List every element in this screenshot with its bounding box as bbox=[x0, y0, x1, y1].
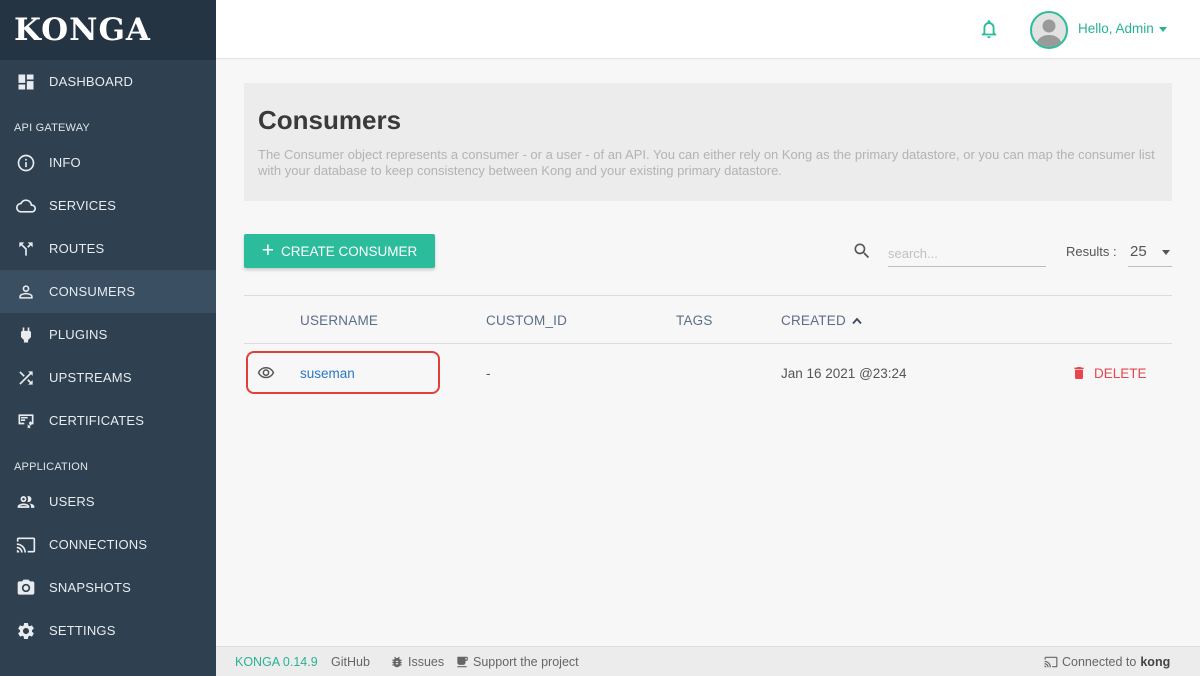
footer: KONGA 0.14.9 GitHub Issues Support the p… bbox=[216, 646, 1200, 676]
consumer-created: Jan 16 2021 @23:24 bbox=[781, 366, 907, 381]
sidebar-item-label: PLUGINS bbox=[49, 327, 108, 342]
users-icon bbox=[15, 491, 37, 513]
page-title: Consumers bbox=[258, 105, 402, 135]
caret-down-icon bbox=[1162, 250, 1170, 255]
sidebar-item-label: SETTINGS bbox=[49, 623, 116, 638]
sort-ascending-icon bbox=[852, 318, 862, 325]
sidebar-item-connections[interactable]: CONNECTIONS bbox=[0, 523, 216, 566]
consumer-custom-id: - bbox=[486, 366, 491, 381]
create-consumer-label: CREATE CONSUMER bbox=[281, 243, 418, 259]
create-consumer-button[interactable]: + CREATE CONSUMER bbox=[244, 234, 435, 268]
sidebar-item-services[interactable]: SERVICES bbox=[0, 184, 216, 227]
sidebar-item-label: CONNECTIONS bbox=[49, 537, 148, 552]
shuffle-icon bbox=[15, 367, 37, 389]
sidebar-item-certificates[interactable]: CERTIFICATES bbox=[0, 399, 216, 442]
connected-label: Connected to bbox=[1062, 655, 1137, 669]
bell-icon[interactable] bbox=[978, 18, 1000, 40]
results-per-page-select[interactable]: 25 bbox=[1128, 238, 1172, 267]
column-header-created-label: CREATED bbox=[781, 313, 846, 328]
bug-icon bbox=[392, 656, 402, 668]
cloud-icon bbox=[15, 195, 37, 217]
footer-github-link[interactable]: GitHub bbox=[331, 655, 370, 669]
footer-issues-link[interactable]: Issues bbox=[390, 655, 444, 669]
cast-icon bbox=[1044, 656, 1058, 668]
sidebar-item-plugins[interactable]: PLUGINS bbox=[0, 313, 216, 356]
footer-issues-label: Issues bbox=[408, 655, 445, 669]
sidebar-item-label: ROUTES bbox=[49, 241, 105, 256]
footer-support-link[interactable]: Support the project bbox=[455, 655, 579, 669]
sidebar-item-label: USERS bbox=[49, 494, 95, 509]
plug-icon bbox=[15, 324, 37, 346]
delete-consumer-button[interactable]: DELETE bbox=[1071, 364, 1147, 382]
section-api-gateway: API GATEWAY bbox=[14, 122, 90, 134]
footer-support-label: Support the project bbox=[473, 655, 579, 669]
avatar-silhouette-icon bbox=[1036, 19, 1062, 47]
sidebar-item-label: INFO bbox=[49, 155, 81, 170]
certificate-icon bbox=[15, 410, 37, 432]
user-menu[interactable]: Hello, Admin bbox=[1078, 21, 1167, 36]
greeting-text: Hello, Admin bbox=[1078, 21, 1154, 36]
search-input[interactable] bbox=[888, 240, 1046, 267]
cast-icon bbox=[15, 534, 37, 556]
sidebar-item-info[interactable]: INFO bbox=[0, 141, 216, 184]
sidebar-item-label: DASHBOARD bbox=[49, 74, 134, 89]
column-header-tags[interactable]: TAGS bbox=[676, 313, 713, 328]
highlight-annotation bbox=[246, 351, 440, 394]
sidebar-item-label: SERVICES bbox=[49, 198, 117, 213]
delete-label: DELETE bbox=[1094, 365, 1147, 381]
sidebar-item-label: CERTIFICATES bbox=[49, 413, 145, 428]
dashboard-icon bbox=[15, 71, 37, 93]
avatar[interactable] bbox=[1030, 11, 1068, 49]
sidebar-item-dashboard[interactable]: DASHBOARD bbox=[0, 60, 216, 103]
results-value: 25 bbox=[1130, 243, 1147, 260]
section-application: APPLICATION bbox=[14, 461, 89, 473]
footer-connection-status: Connected to kong bbox=[1044, 655, 1170, 669]
column-header-custom-id[interactable]: CUSTOM_ID bbox=[486, 313, 567, 328]
plus-icon: + bbox=[261, 238, 274, 262]
column-header-created[interactable]: CREATED bbox=[781, 313, 862, 328]
table-header-divider bbox=[244, 343, 1172, 344]
sidebar-item-settings[interactable]: SETTINGS bbox=[0, 609, 216, 652]
sidebar-item-consumers[interactable]: CONSUMERS bbox=[0, 270, 216, 313]
coffee-icon bbox=[457, 656, 468, 668]
routes-fork-icon bbox=[15, 238, 37, 260]
camera-icon bbox=[15, 577, 37, 599]
sidebar-item-upstreams[interactable]: UPSTREAMS bbox=[0, 356, 216, 399]
column-header-username[interactable]: USERNAME bbox=[300, 313, 378, 328]
results-label: Results : bbox=[1066, 244, 1117, 259]
footer-version[interactable]: KONGA 0.14.9 bbox=[235, 655, 318, 669]
sidebar-item-label: UPSTREAMS bbox=[49, 370, 132, 385]
sidebar-item-label: CONSUMERS bbox=[49, 284, 136, 299]
sidebar-item-users[interactable]: USERS bbox=[0, 480, 216, 523]
main-content: Consumers The Consumer object represents… bbox=[216, 60, 1200, 646]
top-bar: Hello, Admin bbox=[216, 0, 1200, 59]
konga-logo[interactable]: KONGA bbox=[14, 12, 151, 48]
connected-target: kong bbox=[1140, 655, 1171, 669]
gear-icon bbox=[15, 620, 37, 642]
sidebar: KONGA DASHBOARD API GATEWAY INFO SERVICE… bbox=[0, 0, 216, 676]
logo-bar: KONGA bbox=[0, 0, 216, 60]
search-icon bbox=[854, 243, 870, 259]
user-icon bbox=[15, 281, 37, 303]
sidebar-item-label: SNAPSHOTS bbox=[49, 580, 131, 595]
trash-icon bbox=[1074, 367, 1084, 379]
sidebar-item-snapshots[interactable]: SNAPSHOTS bbox=[0, 566, 216, 609]
info-icon bbox=[15, 152, 37, 174]
caret-down-icon bbox=[1158, 26, 1167, 32]
page-header: Consumers The Consumer object represents… bbox=[244, 83, 1172, 201]
sidebar-item-routes[interactable]: ROUTES bbox=[0, 227, 216, 270]
page-description: The Consumer object represents a consume… bbox=[258, 147, 1155, 178]
table-top-border bbox=[244, 295, 1172, 296]
